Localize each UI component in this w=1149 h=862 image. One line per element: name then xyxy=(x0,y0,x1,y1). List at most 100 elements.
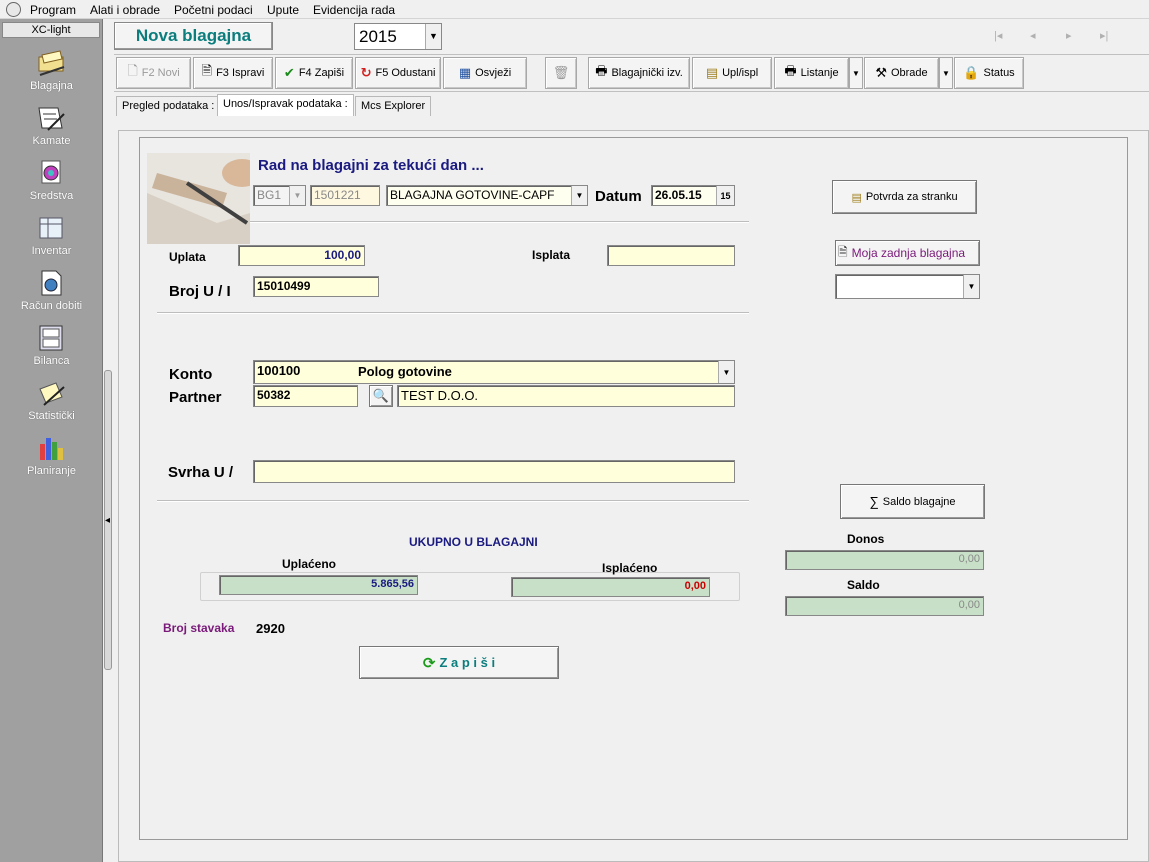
pen-paper-image xyxy=(147,153,250,244)
calendar-icon[interactable]: 15 xyxy=(716,186,734,205)
status-label: Status xyxy=(983,67,1015,79)
chevron-down-icon: ▼ xyxy=(289,186,305,205)
menu-pocetni-podaci[interactable]: Početni podaci xyxy=(174,3,253,17)
cashbox-number-field[interactable]: 1501221 xyxy=(310,185,380,206)
new-button[interactable]: 🗋 F2 Novi xyxy=(116,57,191,89)
broj-stavaka-label: Broj stavaka xyxy=(163,621,235,635)
menu-upute[interactable]: Upute xyxy=(267,3,299,17)
search-icon: 🔍 xyxy=(372,388,390,403)
sidebar-item-label: Sredstva xyxy=(29,190,74,202)
date-value: 26.05.15 xyxy=(655,188,702,202)
tab-unos-ispravak[interactable]: Unos/Ispravak podataka : xyxy=(217,94,354,116)
in-out-label: Upl/ispl xyxy=(722,67,759,79)
interest-icon xyxy=(38,107,65,131)
year-select[interactable]: 2015 ▼ xyxy=(354,23,442,50)
cashbox-filter-select[interactable]: ▼ xyxy=(835,274,980,299)
save-button-label: F4 Zapiši xyxy=(298,67,345,79)
edit-document-icon: 🗎 xyxy=(201,63,213,78)
isplata-field[interactable] xyxy=(607,245,735,266)
svrha-field[interactable] xyxy=(253,460,735,483)
form-heading: Rad na blagajni za tekući dan ... xyxy=(258,157,484,174)
listing-dropdown[interactable]: ▼ xyxy=(849,57,863,89)
cash-report-button[interactable]: 🖶 Blagajnički izv. xyxy=(588,57,690,89)
sidebar-item-planiranje[interactable]: Planiranje xyxy=(0,431,103,486)
cashbox-name-select[interactable]: BLAGAJNA GOTOVINE-CAPF ▼ xyxy=(386,185,588,206)
sidebar-item-bilanca[interactable]: Bilanca xyxy=(0,321,103,376)
sidebar-item-statisticki[interactable]: Statistički xyxy=(0,376,103,431)
in-out-button[interactable]: ▤ Upl/ispl xyxy=(692,57,772,89)
tab-pregled-podataka[interactable]: Pregled podataka : xyxy=(116,96,221,116)
my-last-cashbox-button[interactable]: 🗎 Moja zadnja blagajna xyxy=(835,240,980,266)
konto-select[interactable]: 100100 Polog gotovine ▼ xyxy=(253,360,735,384)
sidebar-item-blagajna[interactable]: Blagajna xyxy=(0,46,103,101)
donos-label: Donos xyxy=(847,532,885,546)
sidebar-item-label: Bilanca xyxy=(33,355,70,367)
trash-icon: 🗑 xyxy=(552,65,570,80)
sidebar-item-racun-dobiti[interactable]: Račun dobiti xyxy=(0,266,103,321)
divider xyxy=(250,221,749,223)
listing-button[interactable]: 🖶 Listanje xyxy=(774,57,849,89)
last-record-icon[interactable]: ▸| xyxy=(1100,29,1108,42)
sidebar-title: XC-light xyxy=(2,22,100,38)
save-button[interactable]: ⟳ Z a p i š i xyxy=(359,646,559,679)
cashbox-code-select[interactable]: BG1 ▼ xyxy=(253,185,306,206)
confirm-button[interactable]: ▤ Potvrda za stranku xyxy=(832,180,977,214)
profit-account-icon xyxy=(41,270,62,296)
chevron-down-icon: ▼ xyxy=(942,68,950,78)
uplata-field[interactable]: 100,00 xyxy=(238,245,365,266)
menu-evidencija-rada[interactable]: Evidencija rada xyxy=(313,3,395,17)
save-button-label: Z a p i š i xyxy=(439,655,496,670)
folders-icon: ▤ xyxy=(851,191,862,204)
inventory-icon xyxy=(39,217,63,239)
lock-icon: 🔒 xyxy=(963,65,980,80)
balance-icon xyxy=(39,325,63,351)
undo-icon: ↻ xyxy=(360,65,372,80)
edit-button[interactable]: 🗎 F3 Ispravi xyxy=(193,57,273,89)
sidebar-item-label: Planiranje xyxy=(27,465,76,477)
menu-program[interactable]: Program xyxy=(30,3,76,17)
processing-button[interactable]: ⚒ Obrade xyxy=(864,57,939,89)
isplaceno-field: 0,00 xyxy=(511,577,710,597)
document-icon: 🗎 xyxy=(838,244,848,259)
status-button[interactable]: 🔒 Status xyxy=(954,57,1024,89)
refresh-button[interactable]: ▦ Osvježi xyxy=(443,57,527,89)
svrha-label: Svrha U / xyxy=(168,464,234,481)
sidebar-item-inventar[interactable]: Inventar xyxy=(0,211,103,266)
sidebar-item-sredstva[interactable]: Sredstva xyxy=(0,156,103,211)
saldo-button[interactable]: ∑ Saldo blagajne xyxy=(840,484,985,519)
uplata-label: Uplata xyxy=(169,250,206,264)
sidebar-item-label: Inventar xyxy=(31,245,72,257)
broj-stavaka-value: 2920 xyxy=(256,621,285,636)
sidebar-item-kamate[interactable]: Kamate xyxy=(0,101,103,156)
collapse-arrow-icon[interactable]: ◂ xyxy=(105,515,110,526)
saldo-field: 0,00 xyxy=(785,596,984,616)
cancel-button[interactable]: ↻ F5 Odustani xyxy=(355,57,441,89)
isplaceno-label: Isplaćeno xyxy=(602,561,658,575)
partner-name-field[interactable]: TEST D.O.O. xyxy=(397,385,735,407)
date-field[interactable]: 26.05.15 15 xyxy=(651,185,735,206)
tab-mcs-explorer[interactable]: Mcs Explorer xyxy=(355,96,432,116)
first-record-icon[interactable]: |◂ xyxy=(994,29,1002,42)
refresh-button-label: Osvježi xyxy=(475,67,512,79)
partner-code-field[interactable]: 50382 xyxy=(253,385,358,407)
partner-search-button[interactable]: 🔍 xyxy=(369,385,393,407)
save-toolbar-button[interactable]: ✔ F4 Zapiši xyxy=(275,57,353,89)
menu-bar: Program Alati i obrade Početni podaci Up… xyxy=(0,0,1149,19)
app-icon[interactable] xyxy=(6,2,21,17)
processing-dropdown[interactable]: ▼ xyxy=(939,57,953,89)
checkmark-icon: ✔ xyxy=(283,65,295,80)
partner-label: Partner xyxy=(169,389,222,406)
next-record-icon[interactable]: ▸ xyxy=(1066,29,1072,42)
chevron-down-icon[interactable]: ▼ xyxy=(425,24,441,49)
broj-field[interactable]: 15010499 xyxy=(253,276,379,297)
tools-icon: ⚒ xyxy=(875,65,887,80)
previous-record-icon[interactable]: ◂ xyxy=(1030,29,1036,42)
listing-label: Listanje xyxy=(800,67,839,79)
saldo-button-label: Saldo blagajne xyxy=(882,495,956,508)
statistics-icon xyxy=(39,382,65,406)
menu-alati-i-obrade[interactable]: Alati i obrade xyxy=(90,3,160,17)
sidebar-item-label: Blagajna xyxy=(30,80,73,92)
chevron-down-icon: ▼ xyxy=(718,361,734,383)
delete-button[interactable]: 🗑 xyxy=(545,57,577,89)
konto-name: Polog gotovine xyxy=(358,364,452,379)
